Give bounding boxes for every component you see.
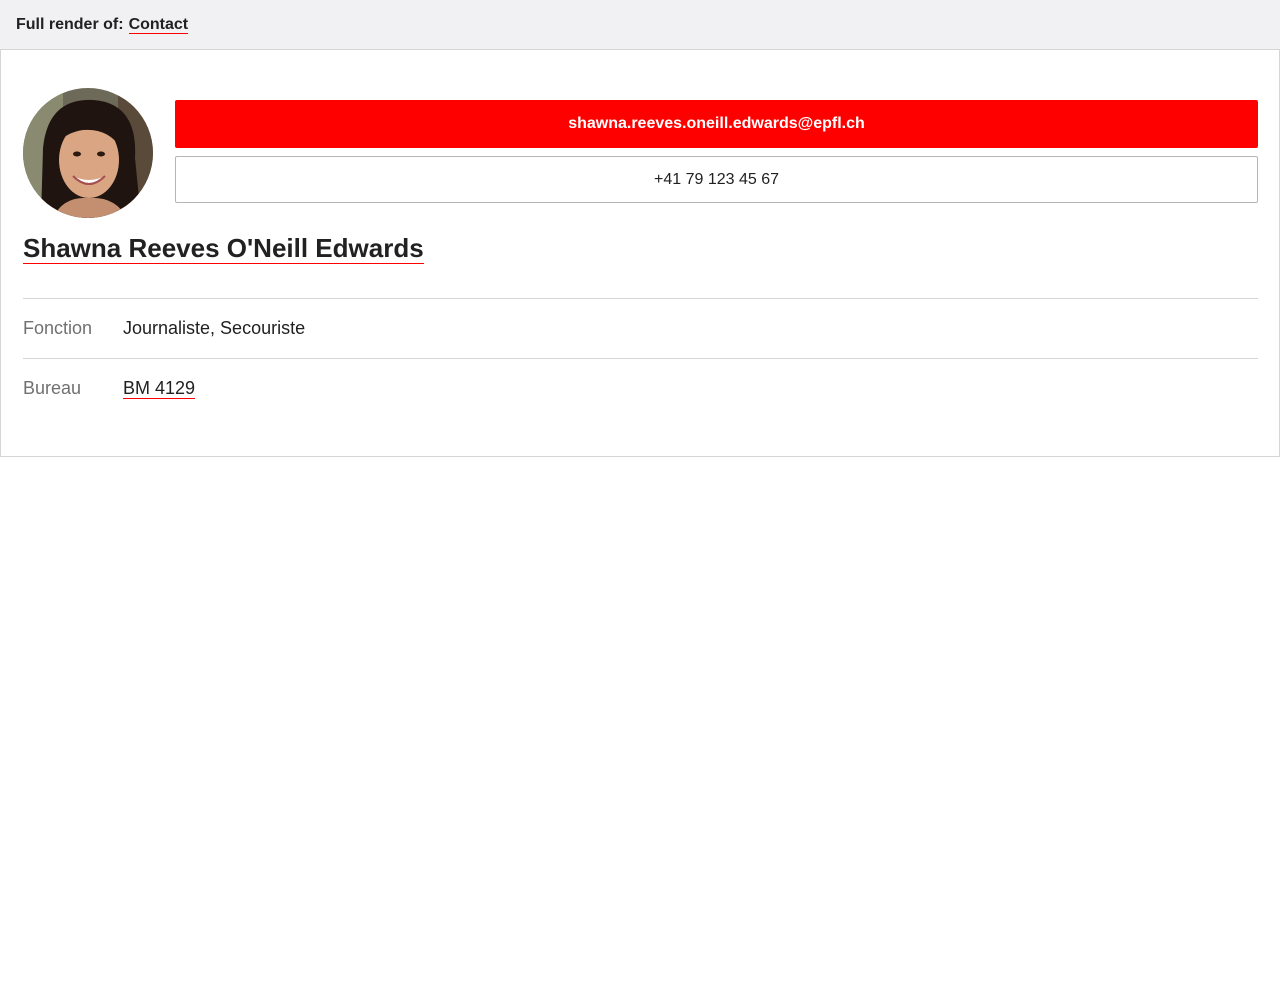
phone-button[interactable]: +41 79 123 45 67 — [175, 156, 1258, 203]
info-value-bureau: BM 4129 — [123, 378, 196, 399]
info-label-fonction: Fonction — [23, 318, 93, 338]
avatar-photo — [23, 88, 153, 218]
email-button[interactable]: shawna.reeves.oneill.edwards@epfl.ch — [175, 100, 1258, 148]
office-link[interactable]: BM 4129 — [123, 378, 196, 399]
info-row-bureau: Bureau BM 4129 — [23, 358, 1258, 418]
info-label-bureau: Bureau — [23, 378, 82, 398]
info-table: Fonction Journaliste, Secouriste Bureau … — [23, 298, 1258, 418]
render-header-prefix: Full render of: — [16, 15, 124, 33]
info-row-fonction: Fonction Journaliste, Secouriste — [23, 298, 1258, 358]
info-value-fonction: Journaliste, Secouriste — [123, 318, 306, 338]
contact-name[interactable]: Shawna Reeves O'Neill Edwards — [23, 234, 424, 264]
avatar — [23, 88, 153, 218]
render-header-link[interactable]: Contact — [128, 16, 189, 34]
contact-card: shawna.reeves.oneill.edwards@epfl.ch +41… — [0, 49, 1280, 457]
render-header: Full render of: Contact — [0, 0, 1280, 50]
